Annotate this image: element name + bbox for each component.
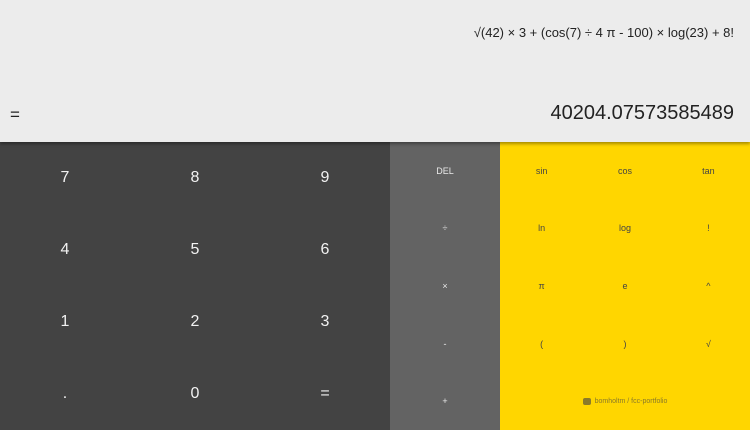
key-add[interactable]: + [390,372,500,430]
calculator-display: √(42) × 3 + (cos(7) ÷ 4 π - 100) × log(2… [0,0,750,142]
scientific-panel: sin cos tan ln log ! π e ^ ( ) √ bomholt… [500,142,750,430]
github-link-text: bomholtm / fcc-portfolio [594,397,668,405]
key-3[interactable]: 3 [260,286,390,358]
key-cos[interactable]: cos [583,142,666,200]
key-close-paren[interactable]: ) [583,315,666,373]
key-equals[interactable]: = [260,358,390,430]
key-decimal[interactable]: . [0,358,130,430]
key-subtract[interactable]: - [390,315,500,373]
key-1[interactable]: 1 [0,286,130,358]
key-sqrt[interactable]: √ [667,315,750,373]
key-divide[interactable]: ÷ [390,200,500,258]
key-pi[interactable]: π [500,257,583,315]
key-2[interactable]: 2 [130,286,260,358]
key-e[interactable]: e [583,257,666,315]
operator-column: DEL ÷ × - + [390,142,500,430]
result-text: 40204.07573585489 [550,102,734,124]
github-icon [582,397,591,405]
expression-text: √(42) × 3 + (cos(7) ÷ 4 π - 100) × log(2… [473,25,734,40]
key-power[interactable]: ^ [667,257,750,315]
key-factorial[interactable]: ! [667,200,750,258]
key-5[interactable]: 5 [130,214,260,286]
key-ln[interactable]: ln [500,200,583,258]
key-6[interactable]: 6 [260,214,390,286]
key-4[interactable]: 4 [0,214,130,286]
key-0[interactable]: 0 [130,358,260,430]
key-8[interactable]: 8 [130,142,260,214]
key-7[interactable]: 7 [0,142,130,214]
key-9[interactable]: 9 [260,142,390,214]
key-sin[interactable]: sin [500,142,583,200]
numpad: 7 8 9 4 5 6 1 2 3 . 0 = [0,142,390,430]
equals-indicator: = [10,105,20,124]
key-open-paren[interactable]: ( [500,315,583,373]
github-link[interactable]: bomholtm / fcc-portfolio [500,372,750,430]
key-log[interactable]: log [583,200,666,258]
key-multiply[interactable]: × [390,257,500,315]
key-tan[interactable]: tan [667,142,750,200]
key-delete[interactable]: DEL [390,142,500,200]
